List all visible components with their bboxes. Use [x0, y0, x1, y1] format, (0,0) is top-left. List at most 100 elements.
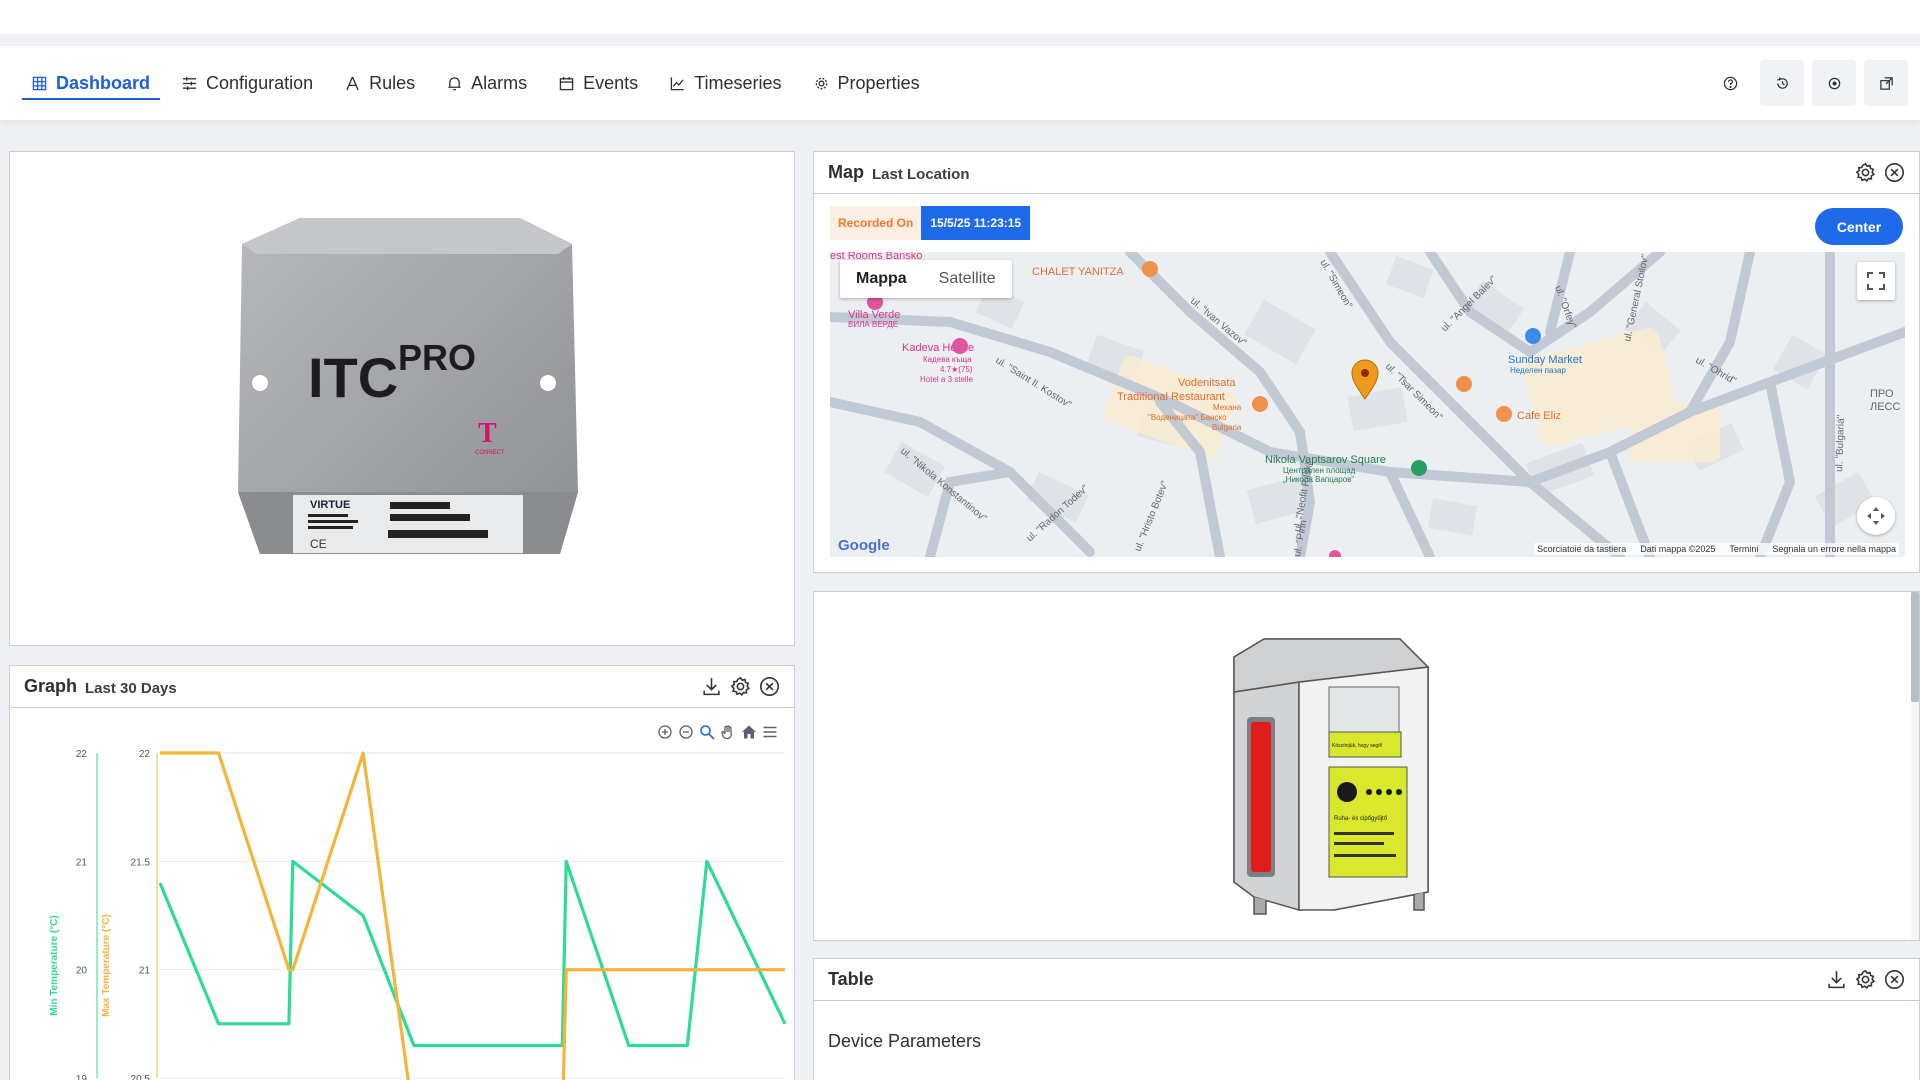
poi-sublabel: ВИЛА ВЕРДЕ — [848, 320, 898, 329]
settings-icon[interactable] — [730, 676, 751, 697]
download-icon[interactable] — [701, 676, 722, 697]
close-icon[interactable] — [1884, 969, 1905, 990]
top-strip — [0, 0, 1920, 34]
tab-label: Properties — [837, 72, 920, 93]
brand-text: ITC — [308, 346, 398, 409]
brand-sup-text: PRO — [398, 337, 476, 378]
camera-control-icon — [1867, 507, 1885, 525]
bell-icon — [448, 76, 461, 90]
calendar-icon — [559, 76, 574, 90]
map-data-text: Dati mappa ©2025 — [1640, 544, 1716, 554]
table-header: Table — [814, 959, 1919, 1001]
map-panel: Map Last Location Recorded On 15/5/25 11… — [813, 151, 1920, 573]
series-line-min-temperature — [158, 859, 787, 1048]
poi-sublabel: Централен площад — [1283, 466, 1356, 475]
line-chart-icon — [670, 76, 684, 90]
ce-mark: CE — [310, 537, 327, 551]
map-type-control: Mappa Satellite — [840, 260, 1012, 298]
report-error-link[interactable]: Segnala un errore nella mappa — [1772, 544, 1896, 554]
graph-panel: Graph Last 30 Days 22 21 20 19 22 21.5 21 20.5 M… — [9, 665, 795, 1080]
y-tick-label-right: 22 — [139, 749, 151, 760]
table-subtitle: Device Parameters — [828, 1031, 982, 1051]
map-type-satellite[interactable]: Satellite — [923, 260, 1012, 298]
settings-icon[interactable] — [1855, 162, 1876, 183]
table-actions — [1826, 969, 1905, 990]
map-view[interactable]: CHALET YANITZA Vodenitsata Traditional R… — [830, 252, 1905, 557]
help-button[interactable] — [1708, 61, 1752, 105]
nav-tabs: Dashboard Configuration Rules Alarms Eve… — [22, 46, 942, 120]
settings-icon[interactable] — [1855, 969, 1876, 990]
target-button[interactable] — [1812, 60, 1856, 106]
tab-label: Timeseries — [694, 72, 782, 93]
map-actions — [1855, 162, 1905, 183]
tab-events[interactable]: Events — [549, 46, 648, 120]
gear-icon — [815, 77, 827, 89]
y-tick-label-left: 19 — [76, 1074, 88, 1080]
target-icon — [1828, 77, 1840, 89]
camera-control-button[interactable] — [1857, 497, 1895, 535]
rules-icon — [346, 76, 359, 90]
poi-label: Cafe Eliz — [1517, 410, 1561, 422]
scrollbar[interactable] — [1911, 592, 1919, 940]
y-tick-label-left: 20 — [76, 966, 88, 977]
shop-marker[interactable] — [1525, 328, 1541, 344]
restaurant-marker[interactable] — [1252, 396, 1268, 412]
poi-sublabel: 4.7★(75) — [940, 365, 973, 374]
map-header: Map Last Location — [814, 152, 1919, 194]
main-nav: Dashboard Configuration Rules Alarms Eve… — [0, 46, 1920, 120]
sliders-icon — [182, 76, 197, 90]
history-button[interactable] — [1760, 60, 1804, 106]
tab-properties[interactable]: Properties — [804, 46, 930, 120]
tab-label: Rules — [369, 72, 416, 93]
poi-label: Vodenitsata — [1178, 377, 1236, 389]
poi-label: Sunday Market — [1508, 354, 1582, 366]
cafe-marker[interactable] — [1496, 406, 1512, 422]
restaurant-marker[interactable] — [1142, 261, 1158, 277]
download-icon[interactable] — [1826, 969, 1847, 990]
poi-sublabel: Hotel a 3 stelle — [920, 375, 973, 384]
history-icon — [1776, 76, 1788, 89]
graph-title: Graph — [24, 676, 78, 696]
external-link-icon — [1879, 76, 1893, 90]
restaurant-marker[interactable] — [1456, 376, 1472, 392]
terms-link[interactable]: Termini — [1729, 544, 1758, 554]
poi-label: Traditional Restaurant — [1117, 391, 1225, 403]
hotel-marker[interactable] — [952, 338, 968, 354]
tab-alarms[interactable]: Alarms — [437, 46, 537, 120]
y-axis-label-left: Min Temperature (°C) — [49, 915, 60, 1016]
poi-sublabel: "Воденицата" Банско — [1148, 413, 1227, 422]
close-icon[interactable] — [759, 676, 780, 697]
fullscreen-button[interactable] — [1857, 262, 1895, 300]
street-label: ul. "Bulgaria" — [1834, 414, 1847, 472]
center-button[interactable]: Center — [1815, 208, 1903, 245]
fullscreen-icon — [1867, 272, 1885, 290]
tab-timeseries[interactable]: Timeseries — [660, 46, 791, 120]
hotel-marker[interactable] — [1329, 550, 1341, 557]
series-line-max-temperature — [160, 751, 785, 1080]
tab-label: Events — [583, 72, 639, 93]
temperature-chart: 22 21 20 19 22 21.5 21 20.5 Min Temperature (°C)… — [49, 749, 787, 1080]
landmark-marker[interactable] — [1411, 460, 1427, 476]
scrollbar-thumb[interactable] — [1911, 592, 1919, 702]
recorded-on-badge: Recorded On 15/5/25 11:23:15 — [830, 206, 1031, 240]
keyboard-shortcuts-link[interactable]: Scorciatoie da tastiera — [1537, 544, 1626, 554]
tab-rules[interactable]: Rules — [335, 46, 425, 120]
poi-label: CHALET YANITZA — [1032, 266, 1124, 278]
tab-configuration[interactable]: Configuration — [172, 46, 323, 120]
recorded-label: Recorded On — [830, 206, 922, 240]
poi-sublabel: Кадева къща — [923, 355, 972, 364]
label-brand: VIRTUE — [310, 499, 350, 511]
recorded-value: 15/5/25 11:23:15 — [921, 206, 1031, 240]
close-icon[interactable] — [1884, 162, 1905, 183]
street-label: ul. "Saint Il. Kostov" — [993, 355, 1073, 411]
street-label: ul. "Hristo Botev" — [1133, 479, 1171, 553]
y-tick-label-right: 21 — [139, 966, 151, 977]
map-type-map[interactable]: Mappa — [840, 260, 923, 298]
tab-dashboard[interactable]: Dashboard — [22, 46, 161, 120]
poi-sublabel: Bulgaria — [1212, 423, 1242, 432]
external-link-button[interactable] — [1864, 60, 1908, 106]
y-axis-label-right: Max Temperature (°C) — [101, 914, 112, 1017]
poi-sublabel: Механа — [1213, 403, 1242, 412]
bin-image-panel: Köszönjük, hogy segít! Ruha- és cipőgyűj… — [813, 591, 1920, 941]
map-title: Map — [828, 162, 864, 182]
